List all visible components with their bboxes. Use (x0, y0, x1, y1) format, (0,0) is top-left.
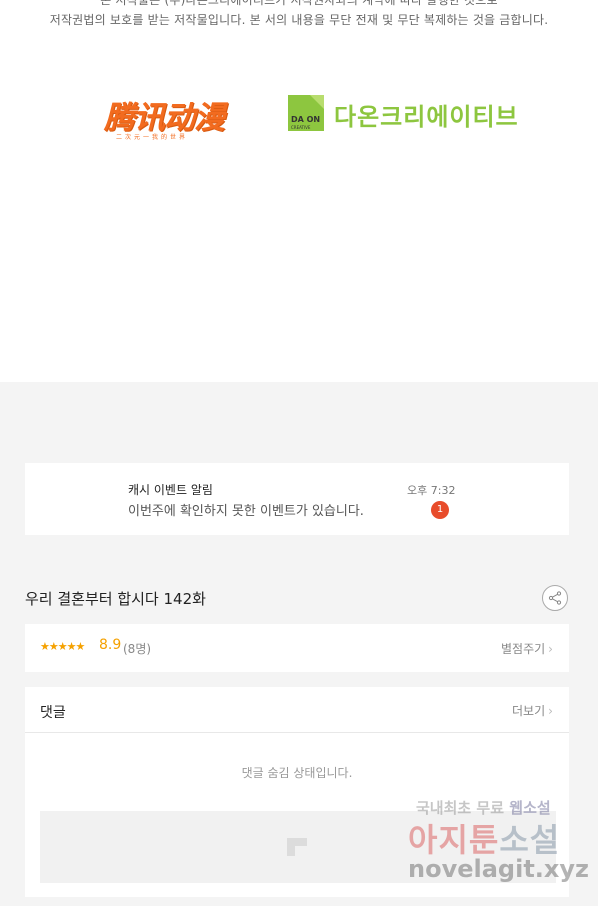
share-icon (548, 591, 562, 605)
daon-mark-subtext: CREATIVE (291, 125, 311, 130)
tencent-logo-tagline: 二次元一我的世界 (116, 134, 189, 141)
daon-logo-name: 다온크리에이티브 (334, 103, 519, 131)
share-button[interactable] (542, 585, 568, 611)
daon-mark-text: DA ON (291, 115, 321, 124)
notification-title: 캐시 이벤트 알림 (128, 483, 213, 497)
watermark: 국내최초 무료 웹소설 아지툰소설 novelagit.xyz (408, 797, 589, 892)
rating-score: 8.9 (99, 637, 122, 653)
viewer-end-area: 본 저작물은 (주)다온크리에이티브가 저작권자와의 계약에 따라 발행한 것으… (0, 0, 598, 382)
tencent-logo-text: 腾讯动漫 (104, 100, 225, 136)
comments-more-label: 더보기 (512, 704, 546, 718)
copyright-line-2: 저작권법의 보호를 받는 저작물입니다. 본 서의 내용을 무단 전재 및 무단… (49, 13, 549, 27)
rate-button[interactable]: 별점주기 › (501, 640, 553, 657)
rating-stars: ★★★★★ (40, 640, 85, 653)
copyright-line-1: 본 저작물은 (주)다온크리에이티브가 저작권자와의 계약에 따라 발행한 것으… (100, 0, 498, 7)
daon-creative-logo: DA ON CREATIVE 다온크리에이티브 (288, 95, 538, 135)
comments-more-button[interactable]: 더보기 › (512, 702, 553, 719)
divider (25, 732, 569, 733)
rating-bar: ★★★★★ 8.9 (8명) 별점주기 › (25, 624, 569, 672)
tencent-logo: 腾讯动漫 二次元一我的世界 (104, 92, 230, 144)
notification-body: 이번주에 확인하지 못한 이벤트가 있습니다. (128, 504, 364, 519)
daon-logo-mark: DA ON CREATIVE (288, 95, 324, 131)
rating-count: (8명) (123, 642, 152, 656)
rate-button-label: 별점주기 (501, 642, 546, 656)
chevron-right-icon: › (548, 642, 553, 656)
cash-event-notification[interactable]: 캐시 이벤트 알림 이번주에 확인하지 못한 이벤트가 있습니다. 오후 7:3… (25, 463, 569, 535)
watermark-line-3: novelagit.xyz (408, 855, 590, 883)
episode-title: 우리 결혼부터 합시다 142화 (25, 590, 206, 608)
comments-hidden-message: 댓글 숨김 상태입니다. (241, 766, 353, 780)
chevron-right-icon: › (548, 704, 553, 718)
notification-time: 오후 7:32 (407, 484, 456, 497)
comment-placeholder-icon (287, 838, 307, 856)
notification-badge: 1 (431, 501, 449, 519)
comments-title: 댓글 (40, 705, 66, 721)
